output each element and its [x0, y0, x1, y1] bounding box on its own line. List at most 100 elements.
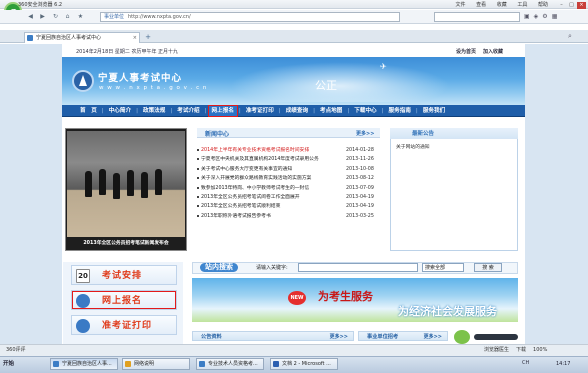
- browser-doctor-link[interactable]: 浏览器医生: [484, 347, 509, 353]
- online-registration-button[interactable]: 网上报名: [71, 290, 177, 310]
- taskbar-item[interactable]: 网络说明: [122, 358, 190, 370]
- taskbar-item[interactable]: 文档 2 - Microsoft ...: [270, 358, 338, 370]
- news-item-title[interactable]: 致参加2013年特岗、中小学教师考试考生的一封信: [201, 184, 341, 193]
- input-method-indicator[interactable]: CH: [522, 360, 529, 366]
- back-icon[interactable]: ◀: [26, 12, 35, 21]
- add-favorite-link[interactable]: 加入收藏: [483, 49, 503, 55]
- news-photo[interactable]: [67, 131, 185, 237]
- site-search-button[interactable]: 搜 索: [474, 263, 502, 272]
- set-homepage-link[interactable]: 设为首页: [456, 49, 476, 55]
- refresh-icon[interactable]: ↻: [51, 12, 60, 21]
- tab-title: 宁夏回族自治区人事考试中心: [36, 35, 102, 41]
- site-search-scope-select[interactable]: 搜索全部: [422, 263, 464, 272]
- news-item[interactable]: 2013年全区公务员招考笔试阅卷工作全面展开 2013-04-19: [197, 193, 380, 202]
- news-item[interactable]: 2013年全区公务员招考笔试顺利结束 2013-04-19: [197, 202, 380, 211]
- address-bar[interactable]: 事业单位 http://www.nxpta.gov.cn/: [100, 12, 400, 22]
- zoom-level[interactable]: 100%: [533, 347, 547, 353]
- photo-person: [113, 173, 120, 199]
- taskbar-item-label: 专业技术人员资格考...: [208, 361, 258, 367]
- news-title: 新闻中心: [205, 131, 230, 138]
- news-item[interactable]: 致参加2013年特岗、中小学教师考试考生的一封信 2013-07-09: [197, 184, 380, 193]
- news-item-date: 2014-01-28: [346, 148, 374, 153]
- institution-more-link[interactable]: 更多>>: [424, 333, 442, 340]
- minimize-icon[interactable]: –: [557, 2, 566, 9]
- news-item-date: 2013-10-08: [346, 166, 374, 172]
- nav-item[interactable]: 准考证打印: [242, 105, 278, 117]
- tab-close-icon[interactable]: ×: [133, 33, 137, 43]
- app-icon: [125, 361, 131, 367]
- news-item-title[interactable]: 2013年全区公务员招考笔试阅卷工作全面展开: [201, 193, 341, 202]
- nav-item[interactable]: 成绩查询: [282, 105, 312, 117]
- photo-caption[interactable]: 2013年全区公务员招考笔试新闻发布会: [67, 239, 185, 246]
- start-button[interactable]: 开始: [3, 359, 14, 367]
- nav-item[interactable]: 网上报名: [207, 105, 238, 117]
- news-list: 2014年上半年有关专业技术资格考试报名时间安排 2014-01-28 宁夏考区中央…: [197, 146, 380, 221]
- gear-icon[interactable]: ⚙: [542, 13, 547, 20]
- admission-ticket-label: 准考证打印: [102, 321, 153, 331]
- nav-item[interactable]: 下载中心: [350, 105, 380, 117]
- maximize-icon[interactable]: □: [567, 2, 576, 9]
- news-item[interactable]: 2014年上半年有关专业技术资格考试报名时间安排 2014-01-28: [197, 146, 380, 155]
- tab-search-icon[interactable]: ⌕: [568, 32, 572, 41]
- news-item-title[interactable]: 2013年职称外语考试报告参考书: [201, 212, 341, 221]
- nav-item[interactable]: 服务我们: [419, 105, 449, 117]
- news-item[interactable]: 宁夏考区中央机关及其直属机构2014年度考试录用公务 2013-11-26: [197, 155, 380, 164]
- nav-item[interactable]: 政策法规: [139, 105, 169, 117]
- nav-item[interactable]: 考试介绍: [173, 105, 203, 117]
- favorites-star-icon[interactable]: ★: [76, 12, 85, 21]
- shield-icon[interactable]: ◈: [534, 13, 539, 20]
- menu-help[interactable]: 帮助: [538, 2, 548, 8]
- taskbar-item-label: 网络说明: [134, 361, 155, 367]
- nav-item[interactable]: 服务指南: [385, 105, 415, 117]
- photo-person: [141, 172, 148, 198]
- site-name: 宁夏人事考试中心: [98, 73, 183, 84]
- nav-item[interactable]: 首 页: [76, 105, 101, 117]
- toolbar-icons: ▣ ◈ ⚙ ▦: [524, 13, 561, 20]
- home-icon[interactable]: ⌂: [63, 12, 72, 21]
- bullet-icon: [197, 186, 199, 189]
- new-tab-button[interactable]: +: [143, 33, 153, 42]
- announcements-more-link[interactable]: 更多>>: [330, 333, 348, 340]
- bullet-icon: [197, 167, 199, 170]
- grid-icon[interactable]: ▦: [552, 13, 558, 20]
- menu-view[interactable]: 查看: [476, 2, 486, 8]
- news-item-title[interactable]: 宁夏考区中央机关及其直属机构2014年度考试录用公务: [201, 155, 341, 164]
- news-item-title[interactable]: 2014年上半年有关专业技术资格考试报名时间安排: [201, 146, 341, 155]
- notice-item[interactable]: 关于网站的通知: [396, 143, 430, 150]
- address-url[interactable]: http://www.nxpta.gov.cn/: [128, 14, 191, 20]
- extension-icon[interactable]: ▣: [524, 13, 530, 20]
- tab-active[interactable]: 宁夏回族自治区人事考试中心 ×: [24, 32, 140, 43]
- taskbar-item[interactable]: 专业技术人员资格考...: [196, 358, 264, 370]
- news-item-date: 2013-03-25: [346, 213, 374, 219]
- close-window-icon[interactable]: ×: [577, 2, 586, 9]
- news-item[interactable]: 关于考试中心服务大厅变更有关事宜的通知 2013-10-08: [197, 165, 380, 174]
- forward-icon[interactable]: ▶: [38, 12, 47, 21]
- download-widget[interactable]: [450, 330, 520, 344]
- tab-favicon-icon: [27, 35, 33, 41]
- menu-tools[interactable]: 工具: [517, 2, 527, 8]
- taskbar-item[interactable]: 宁夏回族自治区人事...: [50, 358, 118, 370]
- news-item-title[interactable]: 2013年全区公务员招考笔试顺利结束: [201, 202, 341, 211]
- news-item[interactable]: 2013年职称外语考试报告参考书 2013-03-25: [197, 212, 380, 221]
- news-item-title[interactable]: 关于考试中心服务大厅变更有关事宜的通知: [201, 165, 341, 174]
- admission-ticket-button[interactable]: 准考证打印: [71, 315, 177, 335]
- news-item-title[interactable]: 关于深入开展党的群众路线教育实践活动的实施方案: [201, 174, 341, 183]
- menu-favorites[interactable]: 收藏: [497, 2, 507, 8]
- photo-person: [127, 170, 134, 196]
- menu-file[interactable]: 文件: [456, 2, 466, 8]
- promo-line-1: 为考生服务: [318, 290, 373, 303]
- news-item[interactable]: 关于深入开展党的群众路线教育实践活动的实施方案 2013-08-12: [197, 174, 380, 183]
- browser-search-input[interactable]: [434, 12, 520, 22]
- exam-schedule-button[interactable]: 20 考试安排: [71, 265, 177, 285]
- nav-item[interactable]: 中心简介: [105, 105, 135, 117]
- promo-line-2: 为经济社会发展服务: [398, 305, 497, 318]
- news-more-link[interactable]: 更多>>: [356, 130, 374, 137]
- status-left[interactable]: 360评评: [6, 346, 26, 353]
- downloads-link[interactable]: 下载: [516, 347, 526, 353]
- site-search-input[interactable]: [298, 263, 418, 272]
- taskbar-clock: 14:17: [556, 361, 571, 367]
- photo-person: [155, 169, 162, 195]
- news-item-date: 2013-07-09: [346, 185, 374, 191]
- site-url-text: w w w . n x p t a . g o v . c n: [99, 85, 208, 91]
- nav-item[interactable]: 考点地图: [316, 105, 346, 117]
